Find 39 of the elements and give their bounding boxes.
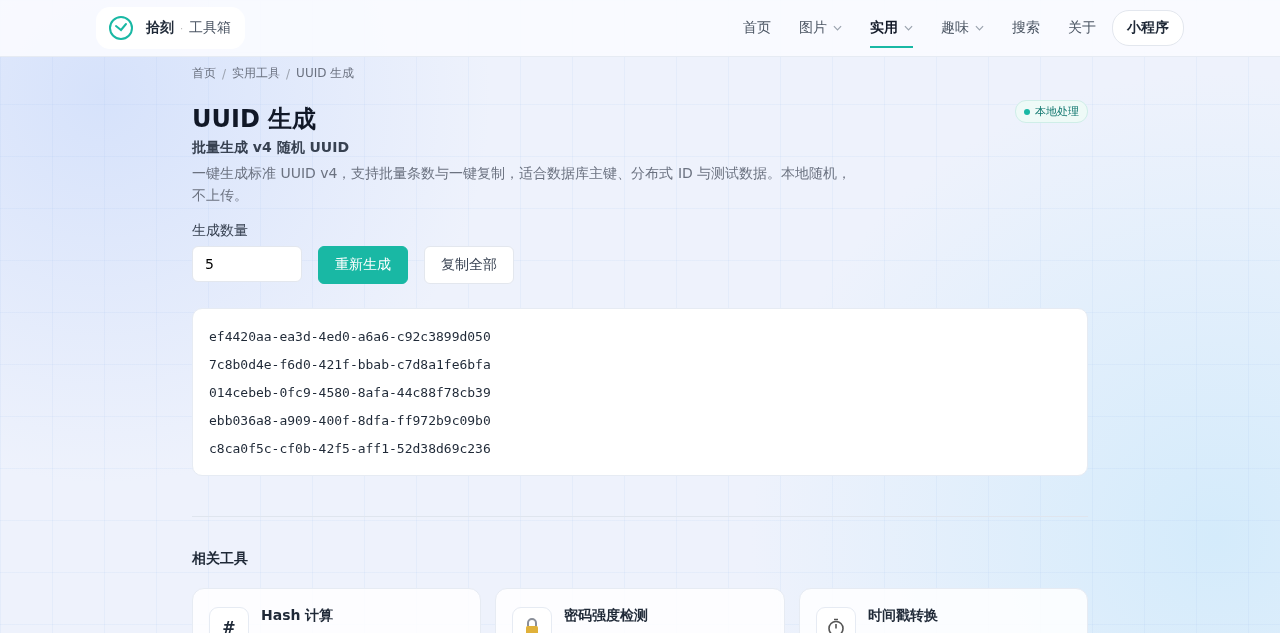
uuid-line: 014cebeb-0fc9-4580-8afa-44c88f78cb39 (209, 384, 492, 402)
breadcrumb-item[interactable]: 实用工具 (232, 65, 281, 82)
page-title: UUID 生成 (192, 104, 318, 134)
logo-subtitle: 工具箱 (189, 19, 232, 37)
page-subtitle: 批量生成 v4 随机 UUID (192, 139, 351, 157)
uuid-line: c8ca0f5c-cf0b-42f5-aff1-52d38d69c236 (209, 440, 492, 458)
tool-card[interactable]: 密码强度检测 (495, 588, 785, 633)
nav-link[interactable]: 趣味 (941, 8, 984, 48)
section-heading: 相关工具 (192, 550, 249, 568)
tool-title: 密码强度检测 (564, 607, 649, 625)
local-processing-badge: 本地处理 (1015, 100, 1088, 123)
uuid-line: ebb036a8-a909-400f-8dfa-ff972b9c09b0 (209, 412, 492, 430)
stopwatch-icon (825, 617, 846, 633)
logo-link[interactable]: 拾刻 · 工具箱 (96, 7, 246, 49)
nav-link[interactable]: 实用 (870, 8, 913, 48)
tool-card[interactable]: 时间戳转换 (798, 588, 1088, 633)
clock-icon (108, 15, 134, 41)
breadcrumb-separator: / (286, 66, 291, 81)
nav-link[interactable]: 关于 (1068, 8, 1096, 48)
field-label: 生成数量 (192, 222, 249, 240)
status-dot (1024, 108, 1030, 115)
breadcrumb-separator: / (222, 66, 227, 81)
breadcrumb-item[interactable]: 首页 (192, 65, 216, 82)
nav-link[interactable]: 搜索 (1012, 8, 1040, 48)
uuid-line: 7c8b0d4e-f6d0-421f-bbab-c7d8a1fe6bfa (209, 356, 492, 374)
hash-icon: # (222, 617, 236, 633)
mini-program-button[interactable]: 小程序 (1112, 10, 1184, 46)
nav-link[interactable]: 首页 (743, 8, 771, 48)
separator-dot: · (180, 22, 184, 34)
copy-all-button[interactable]: 复制全部 (424, 246, 514, 284)
page-description: 一键生成标准 UUID v4，支持批量条数与一键复制，适合数据库主键、分布式 ID 与测试数据。本地随机，不上传。 (192, 164, 853, 205)
tool-title: Hash 计算 (261, 607, 334, 625)
uuid-line: ef4420aa-ea3d-4ed0-a6a6-c92c3899d050 (209, 328, 492, 346)
nav-link[interactable]: 图片 (799, 8, 842, 48)
tool-card[interactable]: # Hash 计算 (192, 588, 482, 633)
logo-text: 拾刻 (146, 19, 174, 37)
tool-title: 时间戳转换 (867, 607, 938, 625)
breadcrumb-item: UUID 生成 (296, 65, 355, 82)
quantity-input[interactable]: 5 (192, 246, 302, 282)
